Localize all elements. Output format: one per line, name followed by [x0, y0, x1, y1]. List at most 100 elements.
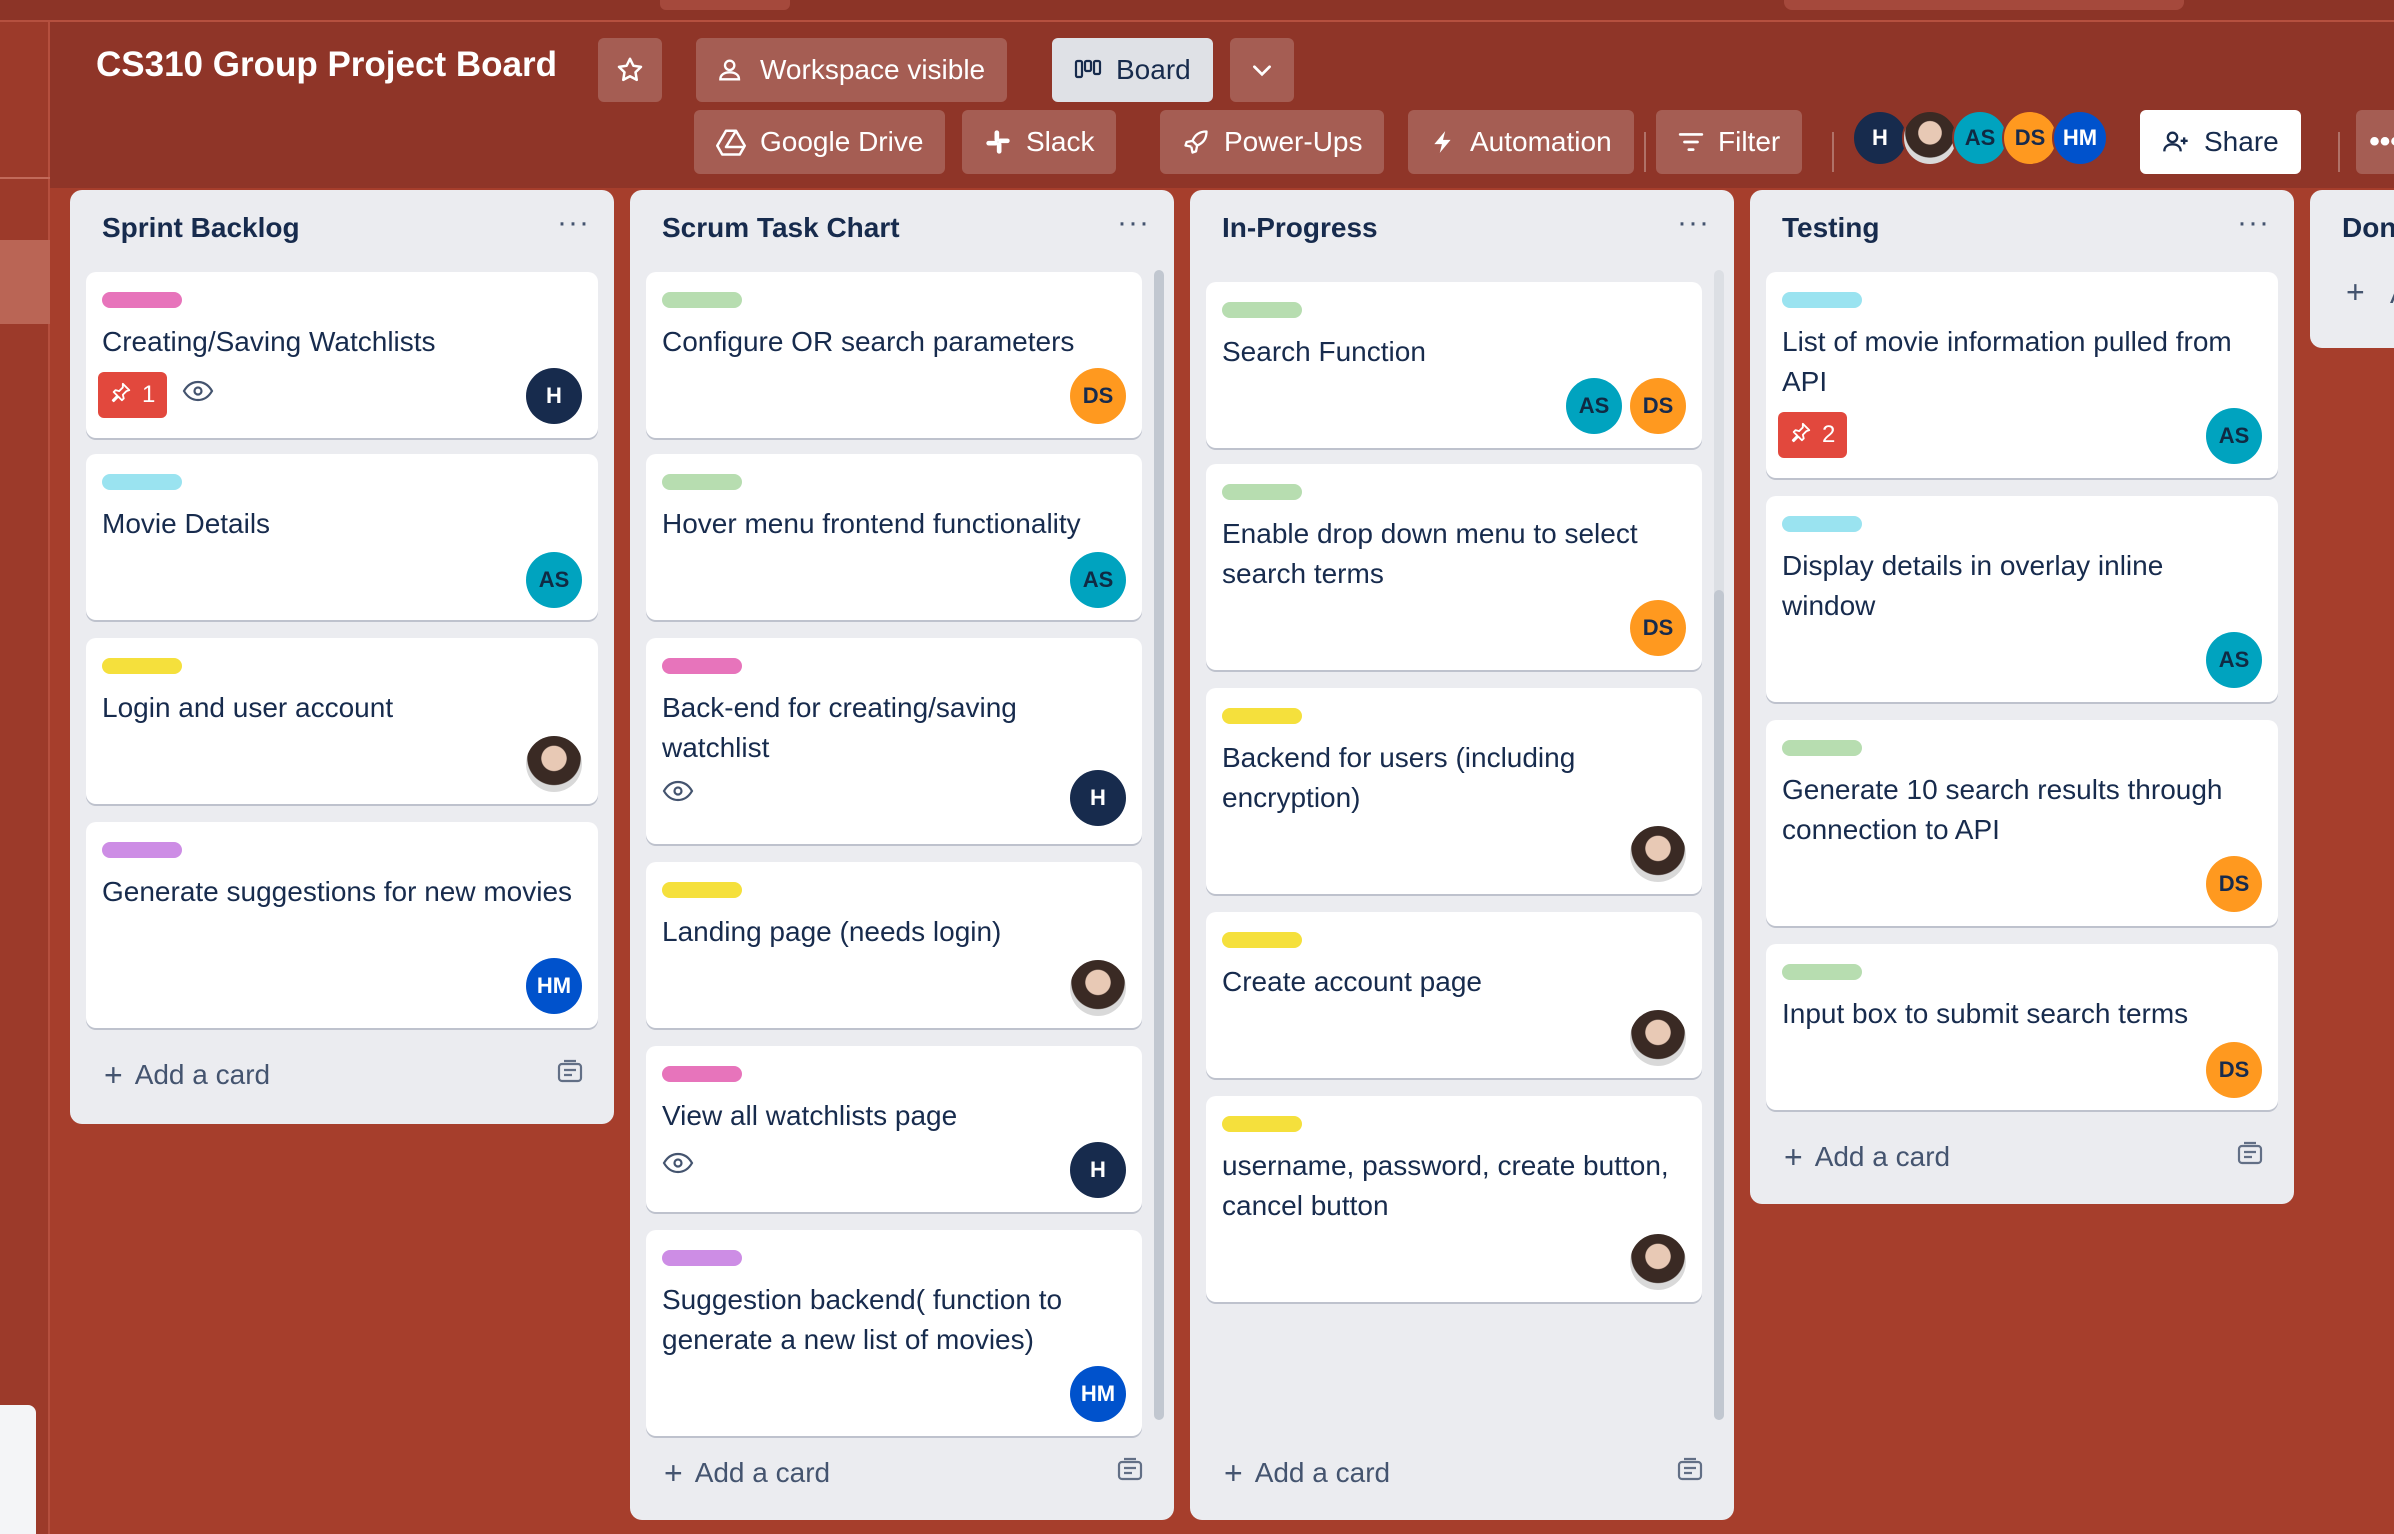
avatar[interactable]: AS [1566, 378, 1622, 434]
avatar[interactable]: H [1070, 1142, 1126, 1198]
avatar[interactable]: DS [1630, 600, 1686, 656]
card-template-icon[interactable] [2236, 1141, 2264, 1174]
top-search-stub[interactable] [1784, 0, 2184, 10]
card[interactable]: Display details in overlay inline window… [1766, 496, 2278, 702]
plus-icon[interactable]: + [2346, 274, 2365, 311]
avatar[interactable]: AS [2206, 632, 2262, 688]
avatar[interactable]: AS [526, 552, 582, 608]
label-yellow[interactable] [662, 882, 742, 898]
due-badge[interactable]: 2 [1778, 412, 1848, 458]
sidebar-item-active[interactable] [0, 240, 50, 324]
label-green[interactable] [662, 292, 742, 308]
avatar[interactable]: DS [2206, 856, 2262, 912]
card[interactable]: Configure OR search parameters DS [646, 272, 1142, 438]
list-title[interactable]: Sprint Backlog [102, 212, 300, 244]
label-purple[interactable] [102, 842, 182, 858]
avatar-photo[interactable] [526, 736, 582, 792]
member-avatars[interactable]: H AS DS HM [1852, 110, 2108, 170]
list-menu-icon[interactable]: ··· [1117, 206, 1150, 240]
add-card-button[interactable]: + Add a card [86, 1046, 598, 1104]
label-green[interactable] [1782, 964, 1862, 980]
avatar-photo[interactable] [1070, 960, 1126, 1016]
card[interactable]: Generate 10 search results through conne… [1766, 720, 2278, 926]
avatar[interactable]: AS [1070, 552, 1126, 608]
avatar[interactable]: DS [1630, 378, 1686, 434]
avatar-photo[interactable] [1630, 1010, 1686, 1066]
card[interactable]: Login and user account [86, 638, 598, 804]
list-menu-icon[interactable]: ··· [1677, 206, 1710, 240]
add-card-button[interactable]: + Add a card [1206, 1444, 1718, 1502]
list-scrollbar[interactable] [1714, 590, 1724, 1420]
avatar[interactable]: H [1852, 110, 1908, 166]
label-green[interactable] [1782, 740, 1862, 756]
label-yellow[interactable] [102, 658, 182, 674]
share-button[interactable]: Share [2140, 110, 2301, 174]
avatar[interactable]: HM [1070, 1366, 1126, 1422]
list-title[interactable]: Don [2342, 212, 2394, 244]
card[interactable]: Backend for users (including encryption) [1206, 688, 1702, 894]
card[interactable]: Hover menu frontend functionality AS [646, 454, 1142, 620]
board-view-button[interactable]: Board [1052, 38, 1213, 102]
card[interactable]: Enable drop down menu to select search t… [1206, 464, 1702, 670]
avatar[interactable]: HM [2052, 110, 2108, 166]
label-cyan[interactable] [1782, 516, 1862, 532]
card[interactable]: Create account page [1206, 912, 1702, 1078]
filter-button[interactable]: Filter [1656, 110, 1803, 174]
card-template-icon[interactable] [1116, 1457, 1144, 1490]
label-green[interactable] [1222, 302, 1302, 318]
card[interactable]: Suggestion backend( function to generate… [646, 1230, 1142, 1436]
star-button[interactable] [598, 38, 662, 102]
label-purple[interactable] [662, 1250, 742, 1266]
list-sprint-backlog[interactable]: Sprint Backlog ··· Creating/Saving Watch… [70, 190, 614, 1124]
list-menu-icon[interactable]: ··· [557, 206, 590, 240]
card-template-icon[interactable] [556, 1059, 584, 1092]
list-menu-icon[interactable]: ··· [2237, 206, 2270, 240]
label-pink[interactable] [662, 658, 742, 674]
list-scrollbar[interactable] [1154, 270, 1164, 1420]
add-card-button[interactable]: + Add a card [646, 1444, 1158, 1502]
label-yellow[interactable] [1222, 932, 1302, 948]
board-menu-button[interactable]: ••• [2356, 110, 2394, 174]
visibility-button[interactable]: Workspace visible [696, 38, 1008, 102]
automation-button[interactable]: Automation [1408, 110, 1634, 174]
list-title[interactable]: Scrum Task Chart [662, 212, 900, 244]
label-cyan[interactable] [1782, 292, 1862, 308]
label-green[interactable] [662, 474, 742, 490]
list-title[interactable]: Testing [1782, 212, 1879, 244]
list-testing[interactable]: Testing ··· List of movie information pu… [1750, 190, 2294, 1204]
avatar[interactable]: DS [1070, 368, 1126, 424]
list-title[interactable]: In-Progress [1222, 212, 1378, 244]
label-pink[interactable] [662, 1066, 742, 1082]
card[interactable]: Search Function AS DS [1206, 282, 1702, 448]
label-pink[interactable] [102, 292, 182, 308]
card[interactable]: Creating/Saving Watchlists 1 H [86, 272, 598, 438]
label-cyan[interactable] [102, 474, 182, 490]
add-card-button[interactable]: + Add a card [1766, 1128, 2278, 1186]
list-in-progress[interactable]: In-Progress ··· Search Function AS DS En… [1190, 190, 1734, 1520]
label-yellow[interactable] [1222, 708, 1302, 724]
google-drive-button[interactable]: Google Drive [694, 110, 946, 174]
card[interactable]: Landing page (needs login) [646, 862, 1142, 1028]
label-yellow[interactable] [1222, 1116, 1302, 1132]
card[interactable]: View all watchlists page H [646, 1046, 1142, 1212]
view-switcher-button[interactable] [1230, 38, 1294, 102]
card-template-icon[interactable] [1676, 1457, 1704, 1490]
card[interactable]: List of movie information pulled from AP… [1766, 272, 2278, 478]
list-done[interactable]: Don + A [2310, 190, 2394, 348]
avatar[interactable]: HM [526, 958, 582, 1014]
card[interactable]: Input box to submit search terms DS [1766, 944, 2278, 1110]
card[interactable]: Movie Details AS [86, 454, 598, 620]
due-badge[interactable]: 1 [98, 372, 168, 418]
card[interactable]: Back-end for creating/saving watchlist H [646, 638, 1142, 844]
label-green[interactable] [1222, 484, 1302, 500]
avatar[interactable]: H [526, 368, 582, 424]
top-tab-stub[interactable] [660, 0, 790, 10]
avatar-photo[interactable] [1902, 110, 1958, 166]
slack-button[interactable]: Slack [962, 110, 1117, 174]
card[interactable]: username, password, create button, cance… [1206, 1096, 1702, 1302]
avatar-photo[interactable] [1630, 1234, 1686, 1290]
avatar[interactable]: AS [1952, 110, 2008, 166]
add-card-label[interactable]: A [2390, 278, 2394, 310]
powerups-button[interactable]: Power-Ups [1160, 110, 1385, 174]
card[interactable]: Generate suggestions for new movies HM [86, 822, 598, 1028]
